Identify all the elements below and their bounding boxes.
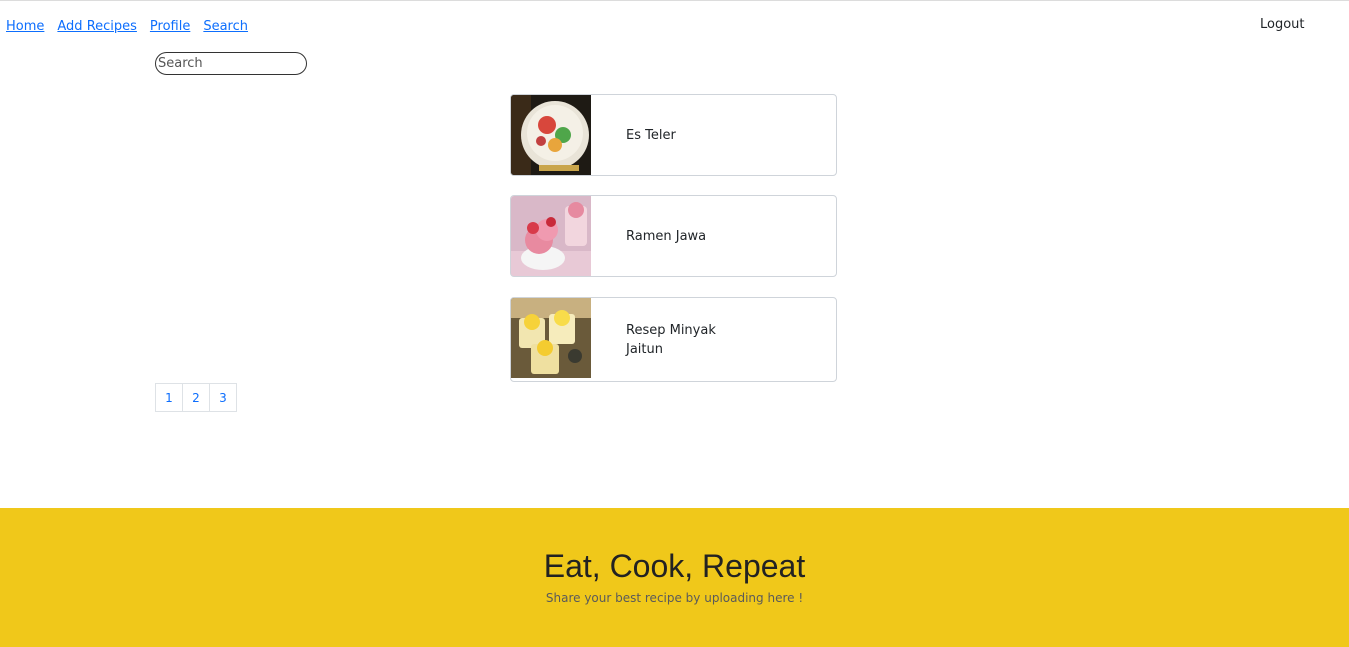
footer-banner: Eat, Cook, Repeat Share your best recipe… <box>0 508 1349 647</box>
footer-title: Eat, Cook, Repeat <box>543 548 806 584</box>
search-input[interactable] <box>155 52 307 75</box>
page-1-button[interactable]: 1 <box>155 383 183 412</box>
footer-subtitle: Share your best recipe by uploading here… <box>545 591 804 605</box>
recipe-image <box>511 95 591 175</box>
logout-button[interactable]: Logout <box>1260 17 1305 32</box>
recipe-card[interactable]: Ramen Jawa <box>510 195 837 277</box>
top-border <box>0 0 1349 1</box>
nav-profile-link[interactable]: Profile <box>150 19 190 34</box>
recipe-card[interactable]: Resep Minyak Jaitun <box>510 297 837 382</box>
nav-search-link[interactable]: Search <box>203 19 248 34</box>
page-2-button[interactable]: 2 <box>182 383 210 412</box>
recipe-image <box>511 196 591 276</box>
pagination: 1 2 3 <box>155 383 237 412</box>
recipe-title: Es Teler <box>626 127 676 143</box>
page-3-button[interactable]: 3 <box>209 383 237 412</box>
nav-add-recipes-link[interactable]: Add Recipes <box>57 19 137 34</box>
recipe-title: Ramen Jawa <box>626 228 707 244</box>
nav-home-link[interactable]: Home <box>6 19 44 34</box>
recipe-card[interactable]: Es Teler <box>510 94 837 176</box>
recipe-image <box>511 298 591 378</box>
main-nav: Home Add Recipes Profile Search <box>6 19 248 34</box>
recipe-title: Resep Minyak Jaitun <box>626 322 716 357</box>
